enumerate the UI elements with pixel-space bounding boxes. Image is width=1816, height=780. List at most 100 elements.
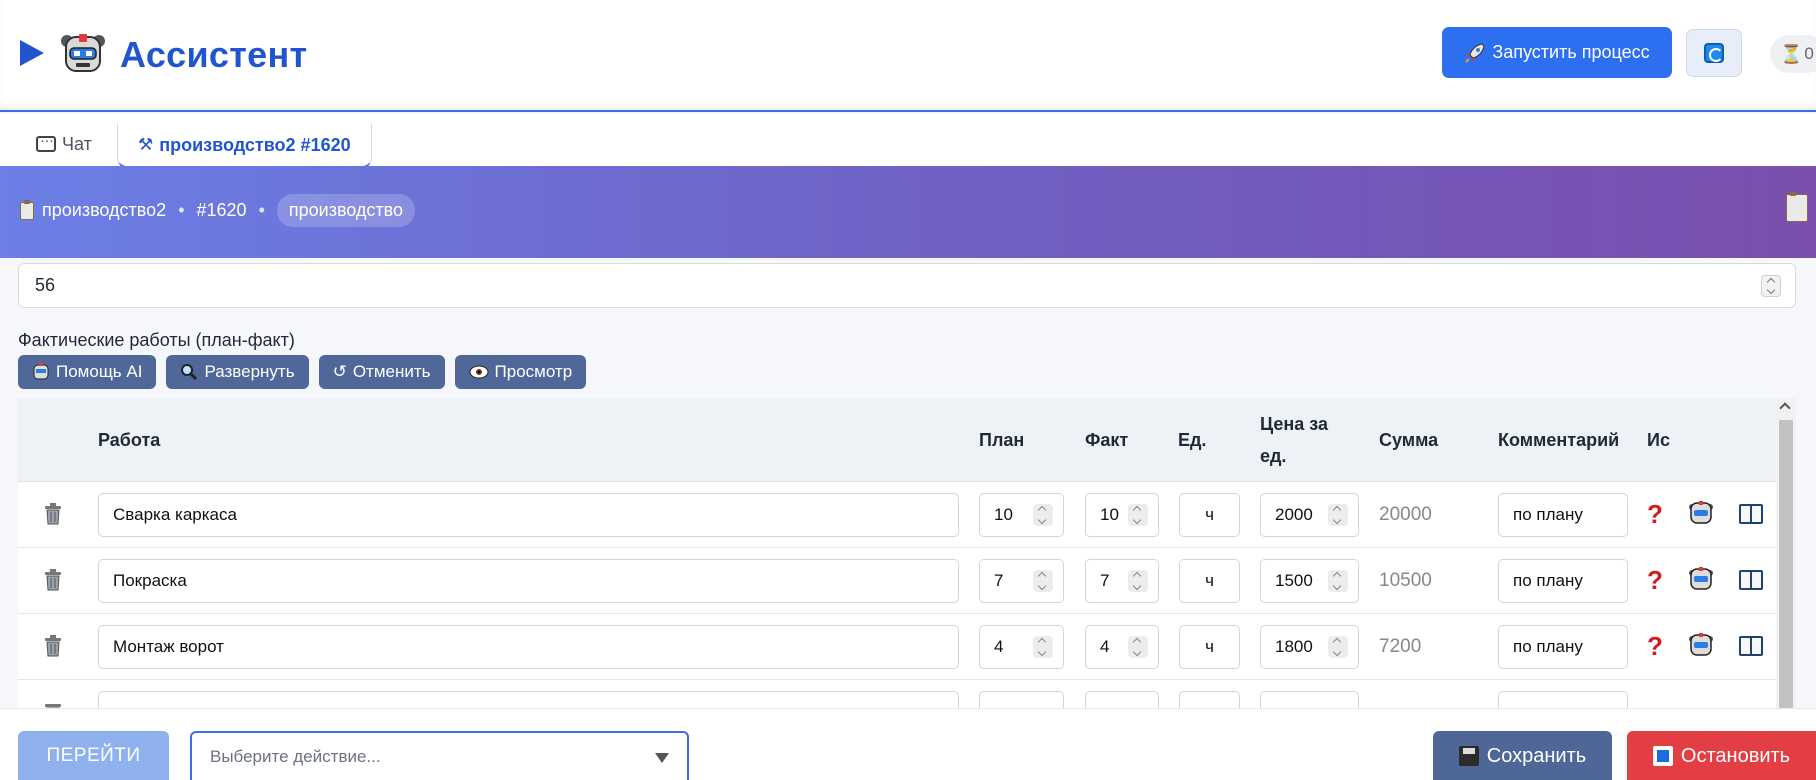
launch-process-label: Запустить процесс xyxy=(1492,42,1650,62)
ai-help-button[interactable]: Помощь AI xyxy=(18,355,157,389)
undo-button[interactable]: ↺ Отменить xyxy=(318,355,445,389)
table-scrollbar[interactable] xyxy=(1776,398,1796,708)
timer-count: 0 xyxy=(1804,44,1814,63)
undo-icon: ↺ xyxy=(332,362,347,381)
play-icon[interactable] xyxy=(20,40,44,66)
timer-badge[interactable]: ⏳ 0 xyxy=(1770,35,1816,73)
book-icon[interactable] xyxy=(1739,636,1763,656)
preview-button[interactable]: Просмотр xyxy=(454,355,587,389)
plan-stepper[interactable] xyxy=(1033,570,1053,592)
stop-icon xyxy=(1652,746,1673,766)
plan-stepper[interactable] xyxy=(1033,504,1053,526)
scrollbar-thumb[interactable] xyxy=(1779,420,1793,708)
work-name-input[interactable]: Сварка каркаса xyxy=(98,493,959,537)
sum-value: 20000 xyxy=(1379,504,1432,525)
price-input[interactable]: 1500 xyxy=(1260,559,1359,603)
robot-icon[interactable] xyxy=(1688,566,1714,592)
fact-stepper[interactable] xyxy=(1128,570,1148,592)
undo-label: Отменить xyxy=(352,362,431,381)
question-icon[interactable]: ? xyxy=(1647,631,1663,662)
plan-input[interactable]: 4 xyxy=(979,625,1064,669)
hourglass-icon: ⏳ xyxy=(1780,43,1803,64)
price-input[interactable]: 1800 xyxy=(1260,625,1359,669)
go-button[interactable]: ПЕРЕЙТИ xyxy=(18,731,169,780)
book-icon[interactable] xyxy=(1739,570,1763,590)
plan-input[interactable]: 10 xyxy=(979,493,1064,537)
expand-button[interactable]: Развернуть xyxy=(166,355,309,389)
price-input[interactable]: 2000 xyxy=(1260,493,1359,537)
robot-icon[interactable] xyxy=(1688,500,1714,526)
number-stepper[interactable] xyxy=(1761,275,1781,297)
fact-value: 4 xyxy=(1100,637,1110,656)
preview-label: Просмотр xyxy=(494,362,573,381)
fact-stepper[interactable] xyxy=(1128,504,1148,526)
robot-icon[interactable] xyxy=(1688,632,1714,658)
plan-input[interactable] xyxy=(979,691,1064,708)
action-select[interactable]: Выберите действие... xyxy=(190,731,689,780)
question-icon[interactable]: ? xyxy=(1647,565,1663,596)
trash-icon[interactable] xyxy=(43,502,63,526)
question-icon[interactable]: ? xyxy=(1647,499,1663,530)
app-title: Ассистент xyxy=(120,34,308,75)
work-name-input[interactable]: Покраска xyxy=(98,559,959,603)
tools-icon: ⚒ xyxy=(138,135,154,154)
tab-chat[interactable]: Чат xyxy=(16,124,112,164)
book-icon[interactable] xyxy=(1739,504,1763,524)
robot-icon xyxy=(33,363,49,380)
sum-value: 10500 xyxy=(1379,570,1432,591)
unit-input[interactable] xyxy=(1179,691,1240,708)
fact-input[interactable]: 10 xyxy=(1085,493,1159,537)
number-input-value: 56 xyxy=(35,275,56,295)
work-name-input[interactable] xyxy=(98,691,959,708)
breadcrumb: производство2 • #1620 • производство xyxy=(20,194,416,227)
work-name-input[interactable]: Монтаж ворот xyxy=(98,625,959,669)
works-table: Работа План Факт Ед. Цена за ед. Сумма К… xyxy=(18,398,1796,708)
stop-button[interactable]: Остановить xyxy=(1627,731,1816,780)
comment-value: по плану xyxy=(1513,637,1583,656)
work-name-value: Сварка каркаса xyxy=(113,505,237,524)
tab-process[interactable]: ⚒ производство2 #1620 xyxy=(117,124,372,168)
clipboard-button-icon[interactable] xyxy=(1786,192,1808,222)
comment-input[interactable] xyxy=(1498,691,1628,708)
clipboard-icon xyxy=(20,199,34,220)
price-stepper[interactable] xyxy=(1328,504,1348,526)
robot-logo-icon xyxy=(61,34,105,72)
fact-input[interactable] xyxy=(1085,691,1159,708)
fact-value: 10 xyxy=(1100,505,1119,524)
price-input[interactable] xyxy=(1260,691,1359,708)
tab-bar: Чат ⚒ производство2 #1620 xyxy=(0,114,1816,168)
comment-input[interactable]: по плану xyxy=(1498,625,1628,669)
magnifier-icon xyxy=(181,364,198,381)
comment-input[interactable]: по плану xyxy=(1498,493,1628,537)
trash-icon[interactable] xyxy=(43,634,63,658)
price-stepper[interactable] xyxy=(1328,636,1348,658)
scroll-up-icon[interactable] xyxy=(1779,402,1791,414)
price-value: 1500 xyxy=(1275,571,1313,590)
price-stepper[interactable] xyxy=(1328,570,1348,592)
plan-stepper[interactable] xyxy=(1033,636,1053,658)
column-header-comment: Комментарий xyxy=(1498,430,1620,450)
number-input[interactable]: 56 xyxy=(18,263,1796,308)
app-header: Ассистент Запустить процесс ⏳ 0 xyxy=(0,0,1816,112)
unit-input[interactable]: ч xyxy=(1179,625,1240,669)
save-label: Сохранить xyxy=(1486,744,1587,767)
fact-stepper[interactable] xyxy=(1128,636,1148,658)
breadcrumb-id: #1620 xyxy=(196,200,247,220)
table-row: Сварка каркаса 10 10 ч 2000 20000 по пла… xyxy=(18,482,1776,548)
tab-chat-label: Чат xyxy=(62,133,92,154)
launch-process-button[interactable]: Запустить процесс xyxy=(1442,27,1672,78)
unit-input[interactable]: ч xyxy=(1179,493,1240,537)
trash-icon[interactable] xyxy=(43,700,63,708)
column-header-source: Ис xyxy=(1647,430,1670,450)
action-bar: ПЕРЕЙТИ Выберите действие... Сохранить О… xyxy=(0,708,1816,780)
comment-input[interactable]: по плану xyxy=(1498,559,1628,603)
fact-input[interactable]: 4 xyxy=(1085,625,1159,669)
price-value: 2000 xyxy=(1275,505,1313,524)
save-button[interactable]: Сохранить xyxy=(1433,731,1612,780)
fact-input[interactable]: 7 xyxy=(1085,559,1159,603)
unit-input[interactable]: ч xyxy=(1179,559,1240,603)
plan-input[interactable]: 7 xyxy=(979,559,1064,603)
trash-icon[interactable] xyxy=(43,568,63,592)
refresh-button[interactable] xyxy=(1686,29,1742,77)
breadcrumb-separator: • xyxy=(178,200,185,220)
